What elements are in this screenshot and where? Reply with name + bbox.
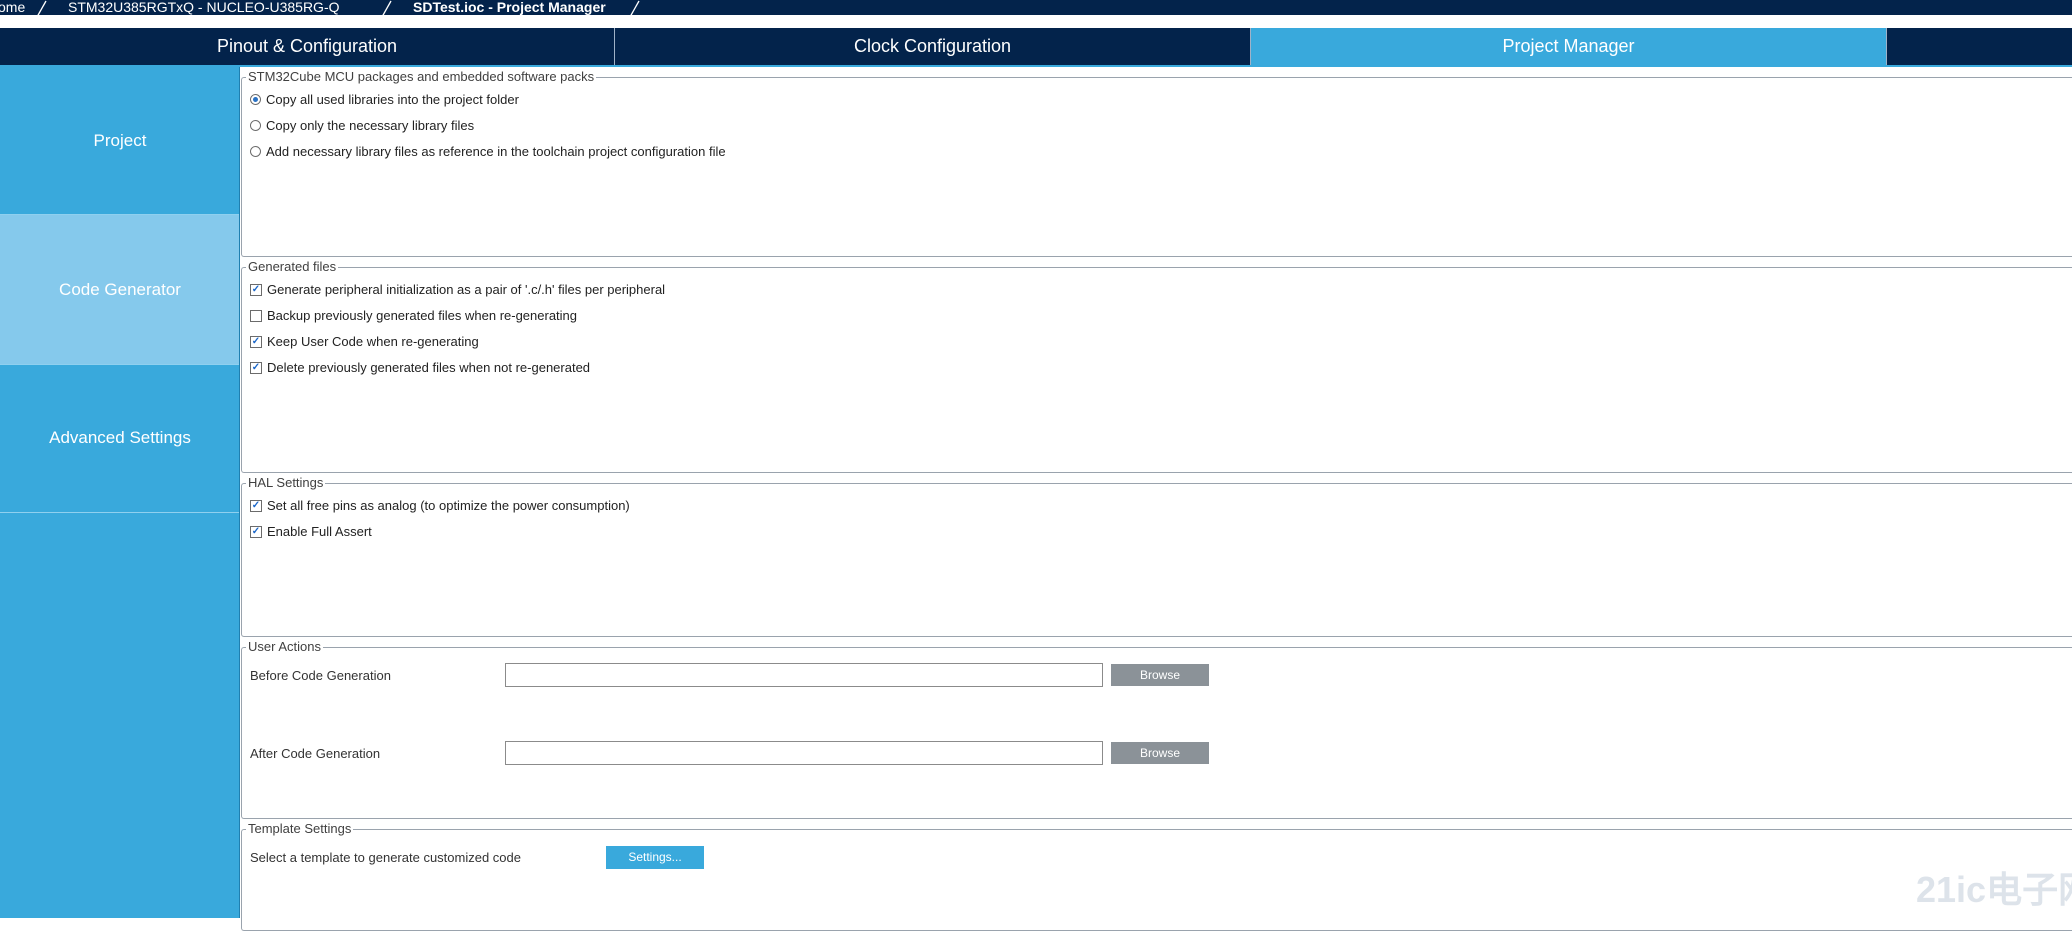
option-label: Copy only the necessary library files	[266, 118, 475, 133]
user-actions-group: User Actions Before Code Generation Brow…	[241, 639, 2072, 819]
radio-copy-necessary-files[interactable]: Copy only the necessary library files	[250, 118, 474, 134]
tab-pinout-configuration[interactable]: Pinout & Configuration	[0, 28, 614, 65]
code-generator-panel: STM32Cube MCU packages and embedded soft…	[240, 67, 2072, 931]
option-label: Generate peripheral initialization as a …	[267, 282, 666, 297]
checkbox-free-pins-analog[interactable]: ✓ Set all free pins as analog (to optimiz…	[250, 498, 630, 514]
sidebar: Project Code Generator Advanced Settings	[0, 67, 240, 918]
before-generation-input[interactable]	[505, 663, 1103, 687]
checkbox[interactable]: ✓	[250, 499, 262, 512]
option-label: Backup previously generated files when r…	[267, 308, 578, 323]
checkbox-enable-full-assert[interactable]: ✓ Enable Full Assert	[250, 524, 372, 540]
radio-button[interactable]	[250, 146, 261, 158]
sidebar-item-code-generator[interactable]: Code Generator	[0, 215, 240, 364]
generated-files-group: Generated files ✓ Generate peripheral ini…	[241, 259, 2072, 473]
sidebar-item-project[interactable]: Project	[0, 67, 240, 214]
before-generation-label: Before Code Generation	[250, 668, 391, 683]
after-generation-input[interactable]	[505, 741, 1103, 765]
before-generation-browse-button[interactable]: Browse	[1111, 664, 1209, 686]
checkbox-delete-generated[interactable]: ✓ Delete previously generated files when …	[250, 360, 590, 376]
option-label: Enable Full Assert	[267, 524, 372, 539]
breadcrumb: ome STM32U385RGTxQ - NUCLEO-U385RG-Q SDT…	[0, 0, 2072, 21]
watermark-logo: 21ic电子网	[1916, 869, 2072, 910]
option-label: Set all free pins as analog (to optimize…	[267, 498, 630, 513]
breadcrumb-divider	[0, 15, 2072, 21]
checkbox[interactable]: ✓	[250, 361, 262, 374]
radio-button[interactable]	[250, 120, 261, 132]
breadcrumb-item-home[interactable]: ome	[0, 0, 25, 15]
template-settings-group-title: Template Settings	[246, 821, 354, 837]
checkbox[interactable]: ✓	[250, 525, 262, 538]
checkbox[interactable]: ✓	[250, 335, 262, 348]
checkbox[interactable]: ✓	[250, 283, 262, 296]
after-generation-label: After Code Generation	[250, 746, 381, 761]
breadcrumb-item-project[interactable]: SDTest.ioc - Project Manager	[413, 0, 606, 15]
hal-settings-group-title: HAL Settings	[246, 475, 326, 491]
packs-group-title: STM32Cube MCU packages and embedded soft…	[246, 69, 597, 85]
tab-project-manager[interactable]: Project Manager	[1251, 28, 1886, 65]
breadcrumb-item-mcu[interactable]: STM32U385RGTxQ - NUCLEO-U385RG-Q	[68, 0, 340, 15]
checkbox-backup-generated[interactable]: Backup previously generated files when r…	[250, 308, 577, 324]
option-label: Delete previously generated files when n…	[267, 360, 591, 375]
radio-copy-all-libraries[interactable]: Copy all used libraries into the project…	[250, 92, 519, 108]
template-settings-group: Template Settings Select a template to g…	[241, 821, 2072, 931]
checkbox-peripheral-init-pair[interactable]: ✓ Generate peripheral initialization as a…	[250, 282, 665, 298]
tab-divider	[1886, 28, 1887, 65]
option-label: Keep User Code when re-generating	[267, 334, 479, 349]
main-tabbar: Pinout & Configuration Clock Configurati…	[0, 28, 2072, 65]
tab-clock-configuration[interactable]: Clock Configuration	[615, 28, 1250, 65]
radio-button[interactable]	[250, 94, 261, 106]
option-label: Copy all used libraries into the project…	[266, 92, 519, 107]
radio-add-as-reference[interactable]: Add necessary library files as reference…	[250, 144, 726, 160]
option-label: Add necessary library files as reference…	[266, 144, 726, 159]
checkbox[interactable]	[250, 309, 262, 322]
generated-files-group-title: Generated files	[246, 259, 339, 275]
template-label: Select a template to generate customized…	[250, 850, 521, 865]
sidebar-item-advanced-settings[interactable]: Advanced Settings	[0, 365, 240, 511]
template-settings-button[interactable]: Settings...	[606, 846, 704, 869]
after-generation-browse-button[interactable]: Browse	[1111, 742, 1209, 764]
user-actions-group-title: User Actions	[246, 639, 323, 655]
hal-settings-group: HAL Settings ✓ Set all free pins as analo…	[241, 475, 2072, 637]
packs-group: STM32Cube MCU packages and embedded soft…	[241, 69, 2072, 257]
sidebar-divider	[0, 512, 240, 513]
checkbox-keep-user-code[interactable]: ✓ Keep User Code when re-generating	[250, 334, 479, 350]
